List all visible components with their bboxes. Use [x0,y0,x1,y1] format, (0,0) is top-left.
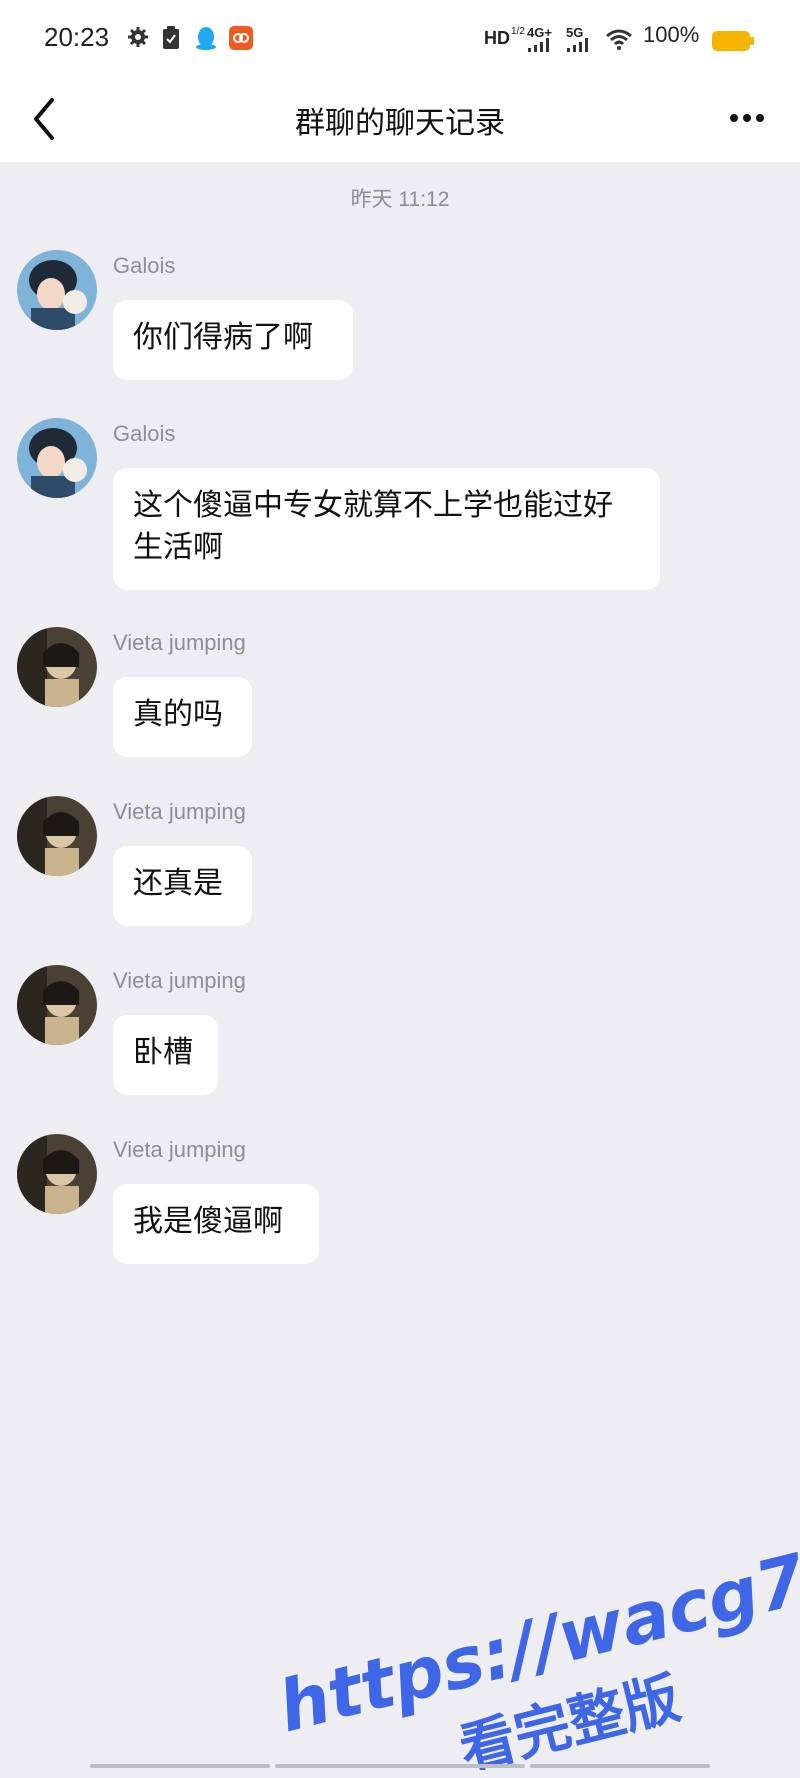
hd-sub: 1/2 [511,26,525,37]
hd-label: HD [484,28,510,48]
more-dots-icon [730,114,764,122]
message-bubble[interactable]: 这个傻逼中专女就算不上学也能过好生活啊 [113,468,660,590]
home-indicator [275,1764,525,1768]
home-indicator [530,1764,710,1768]
status-time: 20:23 [44,22,110,52]
page-title: 群聊的聊天记录 [295,106,505,141]
avatar[interactable] [17,796,97,876]
message-bubble[interactable]: 还真是 [113,846,252,926]
battery-percent: 100% [643,22,700,47]
sender-name: Vieta jumping [113,630,246,655]
gear-icon [128,27,148,47]
message-bubble[interactable]: 真的吗 [113,677,252,757]
date-separator: 昨天 11:12 [350,188,450,211]
home-indicator [90,1764,270,1768]
sender-name: Galois [113,253,176,278]
sender-name: Vieta jumping [113,1137,246,1162]
message-bubble[interactable]: 你们得病了啊 [113,300,353,380]
battery-icon [712,31,754,51]
avatar[interactable] [17,965,97,1045]
sender-name: Galois [113,421,176,446]
qq-penguin-icon [196,27,216,50]
sender-name: Vieta jumping [113,968,246,993]
watermark: https://wacg7.com 看完整版 [270,1500,800,1770]
more-button[interactable] [720,98,774,138]
status-bar: 20:23 HD 1/2 4G+ 5G 100% [0,0,800,80]
avatar[interactable] [17,418,97,498]
message-bubble[interactable]: 我是傻逼啊 [113,1184,319,1264]
avatar[interactable] [17,627,97,707]
wifi-icon [606,29,632,50]
signal-icon [528,38,549,52]
app-badge-icon [229,26,253,50]
avatar[interactable] [17,250,97,330]
clipboard-icon [163,26,179,49]
avatar[interactable] [17,1134,97,1214]
signal-icon-2 [567,38,588,52]
sender-name: Vieta jumping [113,799,246,824]
header-bar: 群聊的聊天记录 [0,80,800,162]
message-bubble[interactable]: 卧槽 [113,1015,218,1095]
